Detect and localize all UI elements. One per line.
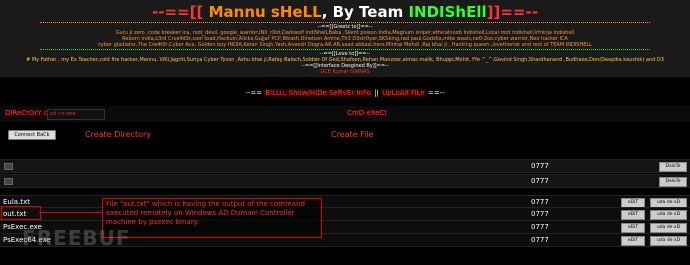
nav-sep-right: ==-- xyxy=(427,89,445,97)
cmd-exec-label: CmD eXeCt xyxy=(346,109,389,117)
highlight-box xyxy=(1,206,41,220)
file-permission: 0777 xyxy=(531,162,549,170)
table-row[interactable]: 0777 DeleTe xyxy=(0,174,690,188)
shell-nav: --== BiLLu, Show/HiDe SeRvEr InFo || UpL… xyxy=(0,86,690,100)
title-dashes-left: --==[[ xyxy=(152,3,204,21)
title-team: INDIShEll xyxy=(408,3,487,21)
watermark: FREEBUF xyxy=(22,226,131,250)
delete-button[interactable]: DeleTe xyxy=(659,177,687,187)
interface-designer: GCE Kumar GINNAS xyxy=(320,69,370,75)
file-permission: 0777 xyxy=(531,236,549,244)
title-by: , By Team xyxy=(321,3,404,21)
command-row: DiReCtOrY cH cd ~c-one CmD eXeCt xyxy=(0,106,690,122)
folder-icon xyxy=(4,178,13,185)
nav-sep-left: --== xyxy=(245,89,263,97)
create-directory-link[interactable]: Create Directory xyxy=(85,130,151,139)
edit-button[interactable]: eDiT xyxy=(621,223,645,233)
file-permission: 0777 xyxy=(531,177,549,185)
shell-title: --==[[ Mannu sHeLL, By Team INDIShEll]]=… xyxy=(0,3,690,21)
shell-banner: --==[[ Mannu sHeLL, By Team INDIShEll]]=… xyxy=(0,0,690,77)
download-button[interactable]: uda de xD xyxy=(650,223,687,233)
title-dashes-right: ]]==-- xyxy=(486,3,538,21)
edit-button[interactable]: eDiT xyxy=(621,236,645,246)
delete-button[interactable]: DeleTe xyxy=(659,162,687,172)
annotation-callout: File "out.txt" which is having the outpu… xyxy=(102,198,322,238)
directory-input[interactable]: cd ~c-one xyxy=(47,109,105,120)
create-file-link[interactable]: Create File xyxy=(331,130,374,139)
edit-button[interactable]: eDiT xyxy=(621,210,645,220)
file-permission: 0777 xyxy=(531,210,549,218)
upload-file-link[interactable]: UpLoAd FiLe xyxy=(381,89,426,97)
folder-icon xyxy=(4,163,13,170)
nav-divider: || xyxy=(374,89,379,97)
download-button[interactable]: uda de xD xyxy=(650,210,687,220)
title-name: Mannu sHeLL xyxy=(208,3,322,21)
greetz-line-3: cyber gladiator,7he Cre4t0r,Cyber Ace, G… xyxy=(98,42,592,48)
file-permission: 0777 xyxy=(531,223,549,231)
download-button[interactable]: uda de xD xyxy=(650,236,687,246)
server-info-link[interactable]: BiLLu, Show/HiDe SeRvEr InFo xyxy=(264,89,372,97)
connect-back-button[interactable]: Connect BaCk xyxy=(8,130,56,140)
table-row[interactable]: 0777 DeleTe xyxy=(0,159,690,173)
callout-connector xyxy=(39,212,102,213)
